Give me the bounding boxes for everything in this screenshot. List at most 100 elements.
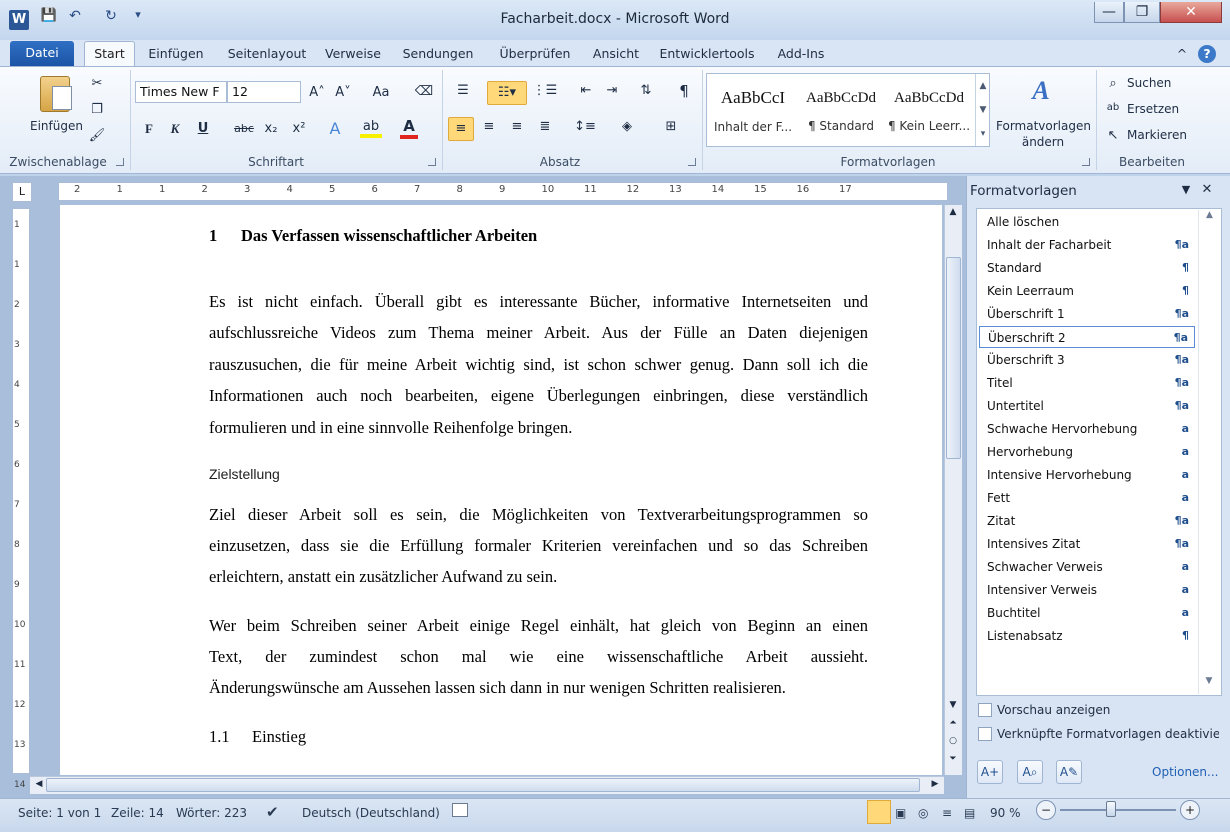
cut-icon[interactable]: ✂ bbox=[88, 76, 106, 91]
select-button[interactable]: Markieren bbox=[1127, 128, 1187, 142]
subscript-button[interactable]: x₂ bbox=[262, 121, 280, 136]
zoom-in-button[interactable]: + bbox=[1180, 800, 1200, 820]
style-standard[interactable]: AaBbCcDd ¶ Standard bbox=[798, 76, 884, 142]
decrease-indent-icon[interactable]: ⇤ bbox=[576, 83, 596, 98]
style-list-item[interactable]: Fett a bbox=[979, 487, 1195, 509]
zoom-level[interactable]: 90 % bbox=[990, 806, 1021, 820]
style-list-item[interactable]: Schwacher Verweis a bbox=[979, 556, 1195, 578]
macro-record-icon[interactable] bbox=[452, 803, 468, 817]
clipboard-launcher-icon[interactable] bbox=[116, 158, 124, 166]
full-screen-view-icon[interactable]: ▣ bbox=[895, 806, 906, 820]
style-list-item[interactable]: Alle löschen bbox=[979, 211, 1195, 233]
style-list-item[interactable]: Hervorhebung a bbox=[979, 441, 1195, 463]
bullets-icon[interactable]: ☰ bbox=[452, 83, 474, 98]
next-page-icon[interactable]: ⏷ bbox=[946, 754, 960, 764]
tab-review[interactable]: Überprüfen bbox=[490, 44, 580, 66]
style-list-item[interactable]: Buchtitel a bbox=[979, 602, 1195, 624]
maximize-button[interactable]: ❐ bbox=[1124, 2, 1160, 23]
align-center-icon[interactable]: ≡ bbox=[478, 119, 500, 134]
style-list-item[interactable]: Überschrift 2 ¶a bbox=[979, 326, 1195, 348]
replace-button[interactable]: Ersetzen bbox=[1127, 102, 1179, 116]
format-painter-icon[interactable]: 🖌 bbox=[88, 128, 106, 143]
multilevel-list-icon[interactable]: ⋮☰ bbox=[532, 83, 558, 98]
styles-list-scrollbar[interactable]: ▲ bbox=[1198, 210, 1220, 694]
shrink-font-icon[interactable]: A˅ bbox=[334, 85, 352, 100]
style-list-item[interactable]: Intensiver Verweis a bbox=[979, 579, 1195, 601]
manage-styles-button[interactable]: A✎ bbox=[1056, 760, 1082, 784]
increase-indent-icon[interactable]: ⇥ bbox=[602, 83, 622, 98]
zoom-out-button[interactable]: − bbox=[1036, 800, 1056, 820]
new-style-button[interactable]: A+ bbox=[977, 760, 1003, 784]
pane-close-icon[interactable]: ✕ bbox=[1199, 182, 1215, 197]
styles-list-scroll-down-icon[interactable]: ▼ bbox=[1198, 676, 1220, 686]
underline-button[interactable]: U bbox=[194, 121, 212, 136]
font-color-icon[interactable]: A bbox=[400, 117, 418, 139]
style-list-item[interactable]: Intensives Zitat ¶a bbox=[979, 533, 1195, 555]
borders-icon[interactable]: ⊞ bbox=[656, 119, 686, 134]
tab-view[interactable]: Ansicht bbox=[588, 44, 644, 66]
close-button[interactable]: ✕ bbox=[1160, 2, 1222, 23]
style-inspector-button[interactable]: A⌕ bbox=[1017, 760, 1043, 784]
bold-button[interactable]: F bbox=[140, 121, 158, 137]
draft-view-icon[interactable]: ▤ bbox=[964, 806, 975, 820]
align-right-icon[interactable]: ≡ bbox=[506, 119, 528, 134]
clear-format-icon[interactable]: ⌫ bbox=[414, 84, 434, 99]
style-list-item[interactable]: Überschrift 3 ¶a bbox=[979, 349, 1195, 371]
show-formatting-icon[interactable]: ¶ bbox=[674, 82, 694, 100]
align-left-icon[interactable]: ≡ bbox=[448, 117, 474, 141]
copy-icon[interactable]: ❐ bbox=[88, 102, 106, 117]
italic-button[interactable]: K bbox=[166, 121, 184, 137]
style-list-item[interactable]: Titel ¶a bbox=[979, 372, 1195, 394]
options-link[interactable]: Optionen... bbox=[1152, 765, 1218, 779]
style-list-item[interactable]: Schwache Hervorhebung a bbox=[979, 418, 1195, 440]
style-list-item[interactable]: Überschrift 1 ¶a bbox=[979, 303, 1195, 325]
web-layout-view-icon[interactable]: ◎ bbox=[918, 806, 928, 820]
superscript-button[interactable]: x² bbox=[290, 121, 308, 136]
scroll-right-icon[interactable]: ▶ bbox=[928, 779, 942, 789]
style-list-item[interactable]: Inhalt der Facharbeit ¶a bbox=[979, 234, 1195, 256]
change-styles-icon[interactable]: A bbox=[1024, 76, 1058, 106]
style-list-item[interactable]: Untertitel ¶a bbox=[979, 395, 1195, 417]
font-launcher-icon[interactable] bbox=[428, 158, 436, 166]
font-size-combo[interactable]: 12 bbox=[227, 81, 301, 103]
style-list-item[interactable]: Standard ¶ bbox=[979, 257, 1195, 279]
status-page[interactable]: Seite: 1 von 1 bbox=[18, 806, 101, 820]
line-spacing-icon[interactable]: ↕≡ bbox=[570, 119, 600, 134]
proofing-icon[interactable]: ✔ bbox=[266, 803, 279, 821]
highlight-icon[interactable]: ab bbox=[360, 119, 382, 138]
style-list-item[interactable]: Zitat ¶a bbox=[979, 510, 1195, 532]
change-case-icon[interactable]: Aa bbox=[368, 85, 394, 100]
pane-menu-icon[interactable]: ▼ bbox=[1178, 183, 1194, 196]
find-button[interactable]: Suchen bbox=[1127, 76, 1171, 90]
style-list-item[interactable]: Listenabsatz ¶ bbox=[979, 625, 1195, 647]
tab-insert[interactable]: Einfügen bbox=[142, 44, 210, 66]
linked-styles-checkbox[interactable] bbox=[978, 727, 992, 741]
style-no-spacing[interactable]: AaBbCcDd ¶ Kein Leerr... bbox=[886, 76, 972, 142]
shading-icon[interactable]: ◈ bbox=[616, 119, 638, 134]
scroll-thumb[interactable] bbox=[946, 257, 961, 459]
scroll-up-icon[interactable]: ▲ bbox=[946, 207, 960, 217]
preview-checkbox[interactable] bbox=[978, 703, 992, 717]
zoom-slider-thumb[interactable] bbox=[1106, 801, 1116, 817]
tab-addins[interactable]: Add-Ins bbox=[770, 44, 832, 66]
justify-icon[interactable]: ≣ bbox=[534, 119, 556, 134]
status-language[interactable]: Deutsch (Deutschland) bbox=[302, 806, 440, 820]
numbering-icon[interactable]: ☷▾ bbox=[487, 81, 527, 105]
style-list-item[interactable]: Kein Leerraum ¶ bbox=[979, 280, 1195, 302]
scroll-down-icon[interactable]: ▼ bbox=[946, 700, 960, 710]
tab-references[interactable]: Verweise bbox=[320, 44, 386, 66]
text-effects-icon[interactable]: A bbox=[326, 119, 344, 138]
minimize-button[interactable]: — bbox=[1094, 2, 1124, 23]
tab-selector[interactable]: L bbox=[12, 182, 32, 202]
paragraph-launcher-icon[interactable] bbox=[688, 158, 696, 166]
tab-file[interactable]: Datei bbox=[10, 41, 74, 66]
prev-page-icon[interactable]: ⏶ bbox=[946, 718, 960, 728]
browse-object-icon[interactable]: ○ bbox=[946, 736, 960, 746]
strikethrough-button[interactable]: abc bbox=[232, 122, 256, 135]
status-line[interactable]: Zeile: 14 bbox=[111, 806, 164, 820]
print-layout-view-icon[interactable] bbox=[867, 800, 891, 824]
scroll-left-icon[interactable]: ◀ bbox=[32, 779, 46, 789]
help-icon[interactable]: ? bbox=[1198, 45, 1216, 63]
outline-view-icon[interactable]: ≡ bbox=[942, 806, 952, 820]
tab-page-layout[interactable]: Seitenlayout bbox=[222, 44, 312, 66]
